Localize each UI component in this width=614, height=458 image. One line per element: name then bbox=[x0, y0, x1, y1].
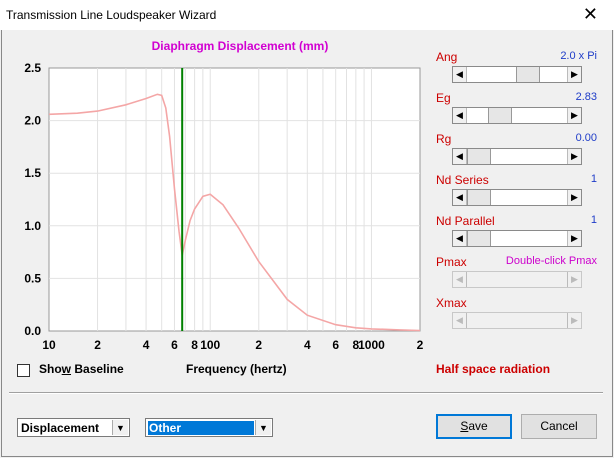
param-scrollbar[interactable]: ◀ ▶ bbox=[452, 271, 582, 288]
param-scrollbar[interactable]: ◀ ▶ bbox=[452, 66, 582, 83]
param-value: 0.00 bbox=[575, 132, 597, 144]
chevron-down-icon[interactable]: ▼ bbox=[255, 420, 271, 435]
param-value: 2.0 x Pi bbox=[560, 50, 597, 62]
chevron-left-icon[interactable]: ◀ bbox=[453, 313, 467, 328]
scroll-thumb[interactable] bbox=[467, 231, 491, 246]
chevron-left-icon[interactable]: ◀ bbox=[453, 231, 467, 246]
param-label: Xmax bbox=[436, 296, 467, 310]
chevron-right-icon[interactable]: ▶ bbox=[567, 67, 581, 82]
param-label: Rg bbox=[436, 132, 452, 146]
chevron-right-icon[interactable]: ▶ bbox=[567, 313, 581, 328]
chevron-down-icon[interactable]: ▼ bbox=[112, 420, 128, 435]
param-label: Pmax bbox=[436, 255, 467, 269]
param-value: 1 bbox=[590, 214, 597, 226]
chevron-left-icon[interactable]: ◀ bbox=[453, 272, 467, 287]
scroll-thumb[interactable] bbox=[516, 67, 541, 82]
chevron-right-icon[interactable]: ▶ bbox=[567, 190, 581, 205]
chevron-left-icon[interactable]: ◀ bbox=[453, 67, 467, 82]
scroll-thumb[interactable] bbox=[467, 190, 491, 205]
x-tick-label: 4 bbox=[143, 338, 150, 352]
x-tick-label: 10 bbox=[42, 338, 56, 352]
chevron-right-icon[interactable]: ▶ bbox=[567, 149, 581, 164]
chevron-right-icon[interactable]: ▶ bbox=[567, 231, 581, 246]
chevron-right-icon[interactable]: ▶ bbox=[567, 108, 581, 123]
param-scrollbar[interactable]: ◀ ▶ bbox=[452, 189, 582, 206]
divider bbox=[9, 392, 603, 394]
plot-type-combo[interactable]: Displacement ▼ bbox=[17, 418, 130, 437]
param-label: Nd Series bbox=[436, 173, 489, 187]
close-icon[interactable]: ✕ bbox=[583, 4, 598, 25]
show-baseline-checkbox[interactable] bbox=[17, 364, 30, 377]
param-label: Ang bbox=[436, 50, 458, 64]
other-combo[interactable]: Other ▼ bbox=[145, 418, 273, 437]
displacement-chart: 2.52.01.51.00.50.010 2 4 6 8 100 2 4 6 81000 2 bbox=[24, 61, 424, 352]
param-scrollbar[interactable]: ◀ ▶ bbox=[452, 230, 582, 247]
x-axis-label: Frequency (hertz) bbox=[186, 362, 287, 376]
param-scrollbar[interactable]: ◀ ▶ bbox=[452, 107, 582, 124]
param-label: Nd Parallel bbox=[436, 214, 495, 228]
other-value: Other bbox=[148, 421, 254, 435]
x-tick-label: 100 bbox=[200, 338, 220, 352]
y-tick-label: 1.5 bbox=[24, 166, 41, 180]
chart-title: Diaphragm Displacement (mm) bbox=[151, 39, 329, 53]
chevron-left-icon[interactable]: ◀ bbox=[453, 190, 467, 205]
x-tick-label: 2 bbox=[417, 338, 424, 352]
y-tick-label: 1.0 bbox=[24, 219, 41, 233]
window-title: Transmission Line Loudspeaker Wizard bbox=[6, 8, 217, 22]
param-label: Eg bbox=[436, 91, 451, 105]
chevron-left-icon[interactable]: ◀ bbox=[453, 108, 467, 123]
radiation-label: Half space radiation bbox=[436, 362, 551, 376]
save-button[interactable]: Save bbox=[436, 414, 512, 439]
chevron-right-icon[interactable]: ▶ bbox=[567, 272, 581, 287]
x-tick-label: 2 bbox=[94, 338, 101, 352]
title-bar: Transmission Line Loudspeaker Wizard ✕ bbox=[0, 0, 614, 30]
param-scrollbar[interactable]: ◀ ▶ bbox=[452, 148, 582, 165]
scroll-thumb[interactable] bbox=[467, 149, 491, 164]
param-scrollbar[interactable]: ◀ ▶ bbox=[452, 312, 582, 329]
param-value: 2.83 bbox=[575, 91, 597, 103]
y-tick-label: 0.0 bbox=[24, 324, 41, 338]
param-value: Double-click Pmax bbox=[505, 255, 597, 267]
x-tick-label: 8 bbox=[191, 338, 198, 352]
x-tick-label: 1000 bbox=[358, 338, 385, 352]
x-tick-label: 4 bbox=[304, 338, 311, 352]
x-tick-label: 2 bbox=[255, 338, 262, 352]
chevron-left-icon[interactable]: ◀ bbox=[453, 149, 467, 164]
x-tick-label: 6 bbox=[332, 338, 339, 352]
scroll-thumb[interactable] bbox=[488, 108, 513, 123]
plot-type-value: Displacement bbox=[21, 421, 100, 435]
param-value: 1 bbox=[590, 173, 597, 185]
y-tick-label: 2.5 bbox=[24, 61, 41, 75]
y-tick-label: 0.5 bbox=[24, 271, 41, 285]
show-baseline-label[interactable]: Show Baseline bbox=[39, 362, 124, 376]
y-tick-label: 2.0 bbox=[24, 114, 41, 128]
x-tick-label: 6 bbox=[171, 338, 178, 352]
cancel-button[interactable]: Cancel bbox=[521, 414, 597, 439]
